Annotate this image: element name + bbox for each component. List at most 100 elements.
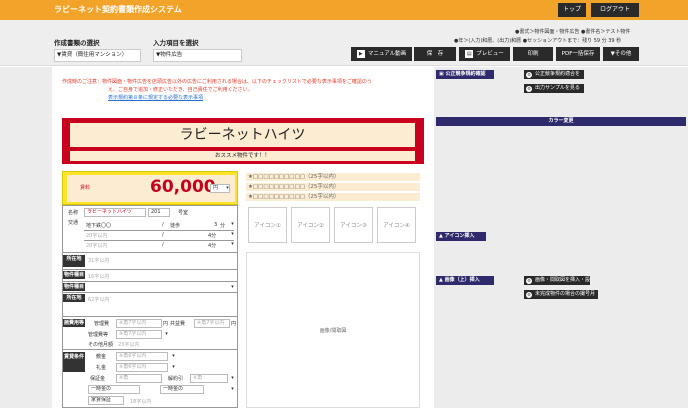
- other-monthly-input[interactable]: 23字以内: [118, 341, 139, 348]
- security-deposit-label: 保証金: [90, 376, 106, 382]
- icon-slot-1[interactable]: アイコン①: [248, 207, 287, 243]
- min-unit-2: 4分: [208, 243, 217, 249]
- fair-check-section: ▣ 公正競争規約確認: [436, 70, 494, 79]
- deposit-label: 敷金: [96, 354, 107, 360]
- mgmt2-input[interactable]: ※角7字以内: [116, 330, 162, 339]
- fair-check-label: 公正競争規約適合を: [535, 71, 581, 77]
- notice-text: 作成時のご注意：物件図面・物件広告を店頭広告以外の広告にご利用される場合は、以下…: [62, 78, 428, 102]
- mgmt-fee-input[interactable]: ※角7字以内: [116, 319, 162, 328]
- walk-value[interactable]: 徒歩: [170, 222, 180, 229]
- key-money-input[interactable]: ※角6字以内: [116, 363, 168, 372]
- unfinished-property-button[interactable]: ⚙ 未完成物件の場合の撮号月: [524, 290, 598, 299]
- info-line-2: ●年＞(入力)和暦、(出力)和暦 ●セッションアウトまで：残り 59 分 39 …: [454, 38, 622, 44]
- deduction-label: 解約引: [168, 376, 184, 382]
- fair-check-button[interactable]: ⚙ 公正競争規約適合を: [524, 70, 584, 79]
- gear-icon: ⚙: [526, 277, 532, 284]
- icon-slot-3[interactable]: アイコン③: [334, 207, 373, 243]
- address-label: 所在地: [63, 294, 85, 302]
- divider: [62, 252, 238, 253]
- traffic-3-input[interactable]: 20字以内: [86, 242, 107, 249]
- structure-label: 物件種目: [63, 283, 85, 291]
- chevron-down-icon: ▾: [165, 331, 168, 337]
- security-deposit-input[interactable]: ※角: [116, 374, 162, 383]
- slash-1: /: [162, 222, 164, 228]
- location-label: 所在地: [63, 255, 85, 267]
- icon-slot-2[interactable]: アイコン②: [291, 207, 330, 243]
- pdf-save-button[interactable]: PDF一括保存: [556, 47, 600, 61]
- logout-button[interactable]: ログアウト: [591, 3, 639, 17]
- rent-value[interactable]: 60,000: [150, 177, 216, 197]
- info-line-1: ●書式＞物件図面・物件広告 ●書件名＞テスト物件: [515, 29, 631, 35]
- divider: [62, 281, 238, 282]
- preview-label: プレビュー: [476, 51, 504, 57]
- room-no-input[interactable]: 201: [148, 208, 170, 217]
- chevron-down-icon: ▾: [172, 353, 175, 359]
- gear-icon: ⚙: [526, 85, 532, 92]
- divider: [84, 230, 234, 231]
- preview-button[interactable]: ▤ プレビュー: [459, 47, 510, 61]
- catch-copy-field[interactable]: おススメ物件です！！: [70, 151, 415, 161]
- notice-line-2: え、ご自身で追加・修正いただき、自己責任でご利用ください。: [108, 87, 253, 93]
- app-header: ラビーネット契約書類作成システム トップ ログアウト: [0, 0, 688, 20]
- icon-slot-4[interactable]: アイコン④: [377, 207, 416, 243]
- other-menu-button[interactable]: ▼その他: [603, 47, 639, 61]
- property-name-field[interactable]: ラビーネットハイツ: [70, 123, 415, 147]
- color-change-section[interactable]: カラー変更: [436, 117, 686, 126]
- traffic-label: 交通: [68, 220, 79, 226]
- doc-type-select[interactable]: ▼賃貸（簡住用マンション）: [54, 49, 141, 62]
- print-button[interactable]: 印刷: [513, 47, 553, 61]
- lump-sum-select-1[interactable]: 一時金の: [88, 385, 140, 394]
- room-suffix: 号室: [178, 210, 189, 216]
- lease-terms-label: 賃貸条件: [63, 352, 85, 372]
- building-name-input[interactable]: ラビーネットハイツ: [84, 208, 146, 217]
- display-rules-link[interactable]: 表示規約第８条に規定する必要な表示事項: [62, 94, 428, 102]
- save-button[interactable]: 保 存: [414, 47, 456, 61]
- common-fee-unit: 円: [231, 321, 237, 327]
- type-label: 物件種目: [63, 271, 85, 279]
- common-fee-label: 共益費: [170, 321, 186, 327]
- manual-video-button[interactable]: ▶ マニュアル動画: [351, 47, 412, 61]
- feature-1[interactable]: ★□□□□□□□□□□（25字以内）: [246, 173, 420, 181]
- chevron-down-icon: ▾: [231, 241, 234, 247]
- output-sample-button[interactable]: ⚙ 出力サンプルを見る: [524, 84, 584, 93]
- address-input[interactable]: 62字以内: [88, 296, 109, 303]
- divider: [62, 349, 238, 350]
- rent-guarantee-select[interactable]: 家賃保証: [88, 396, 124, 405]
- chevron-down-icon: ▾: [231, 231, 234, 237]
- common-fee-input[interactable]: ※角7字以内: [194, 319, 230, 328]
- rent-guarantee-input[interactable]: 18字以内: [130, 398, 151, 405]
- top-button[interactable]: トップ: [558, 3, 586, 17]
- divider: [84, 240, 234, 241]
- min-unit-1: 4分: [208, 233, 217, 239]
- divider: [62, 316, 238, 317]
- walk-min[interactable]: 3: [214, 222, 217, 228]
- traffic-2-input[interactable]: 20字以内: [86, 232, 107, 239]
- feature-2[interactable]: ★□□□□□□□□□□（25字以内）: [246, 183, 420, 191]
- video-icon: ▶: [356, 49, 365, 58]
- doc-type-label: 作成書類の選択: [54, 39, 100, 47]
- location-input[interactable]: 31字以内: [88, 257, 109, 264]
- icon-insert-title: ▲ アイコン挿入: [439, 232, 474, 241]
- notice-line-1: 作成時のご注意：物件図面・物件広告を店頭広告以外の広告にご利用される場合は、以下…: [62, 79, 372, 85]
- cost-label: 諸費用等: [63, 319, 85, 327]
- feature-3[interactable]: ★□□□□□□□□□□（25字以内）: [246, 193, 420, 201]
- type-input[interactable]: 16字以内: [88, 273, 109, 280]
- walk-unit: 分: [220, 223, 226, 229]
- chevron-down-icon: ▾: [231, 284, 234, 290]
- insert-image-button[interactable]: ⚙ 画像・間取図を挿入・設: [524, 276, 590, 285]
- key-money-label: 礼金: [96, 365, 107, 371]
- image-insert-title: ▲ 画像（上）挿入: [439, 276, 480, 285]
- other-monthly-label: その他月額: [88, 342, 114, 348]
- insert-image-label: 画像・間取図を挿入・設: [535, 277, 591, 283]
- mgmt-fee-label: 管理費: [94, 321, 110, 327]
- chevron-down-icon: ▾: [172, 364, 175, 370]
- line-value[interactable]: 地下鉄〇〇: [86, 222, 111, 229]
- lump-sum-select-2[interactable]: 一時金の: [160, 385, 204, 394]
- input-item-select[interactable]: ▼物件広告: [153, 49, 242, 62]
- gear-icon: ⚙: [526, 291, 532, 298]
- chevron-down-icon: ▾: [231, 386, 234, 392]
- photo-floorplan-area[interactable]: 画像/間取図: [246, 252, 420, 408]
- manual-video-label: マニュアル動画: [367, 51, 407, 57]
- deposit-input[interactable]: ※角6字以内: [116, 352, 168, 361]
- deduction-input[interactable]: ※角: [190, 374, 228, 383]
